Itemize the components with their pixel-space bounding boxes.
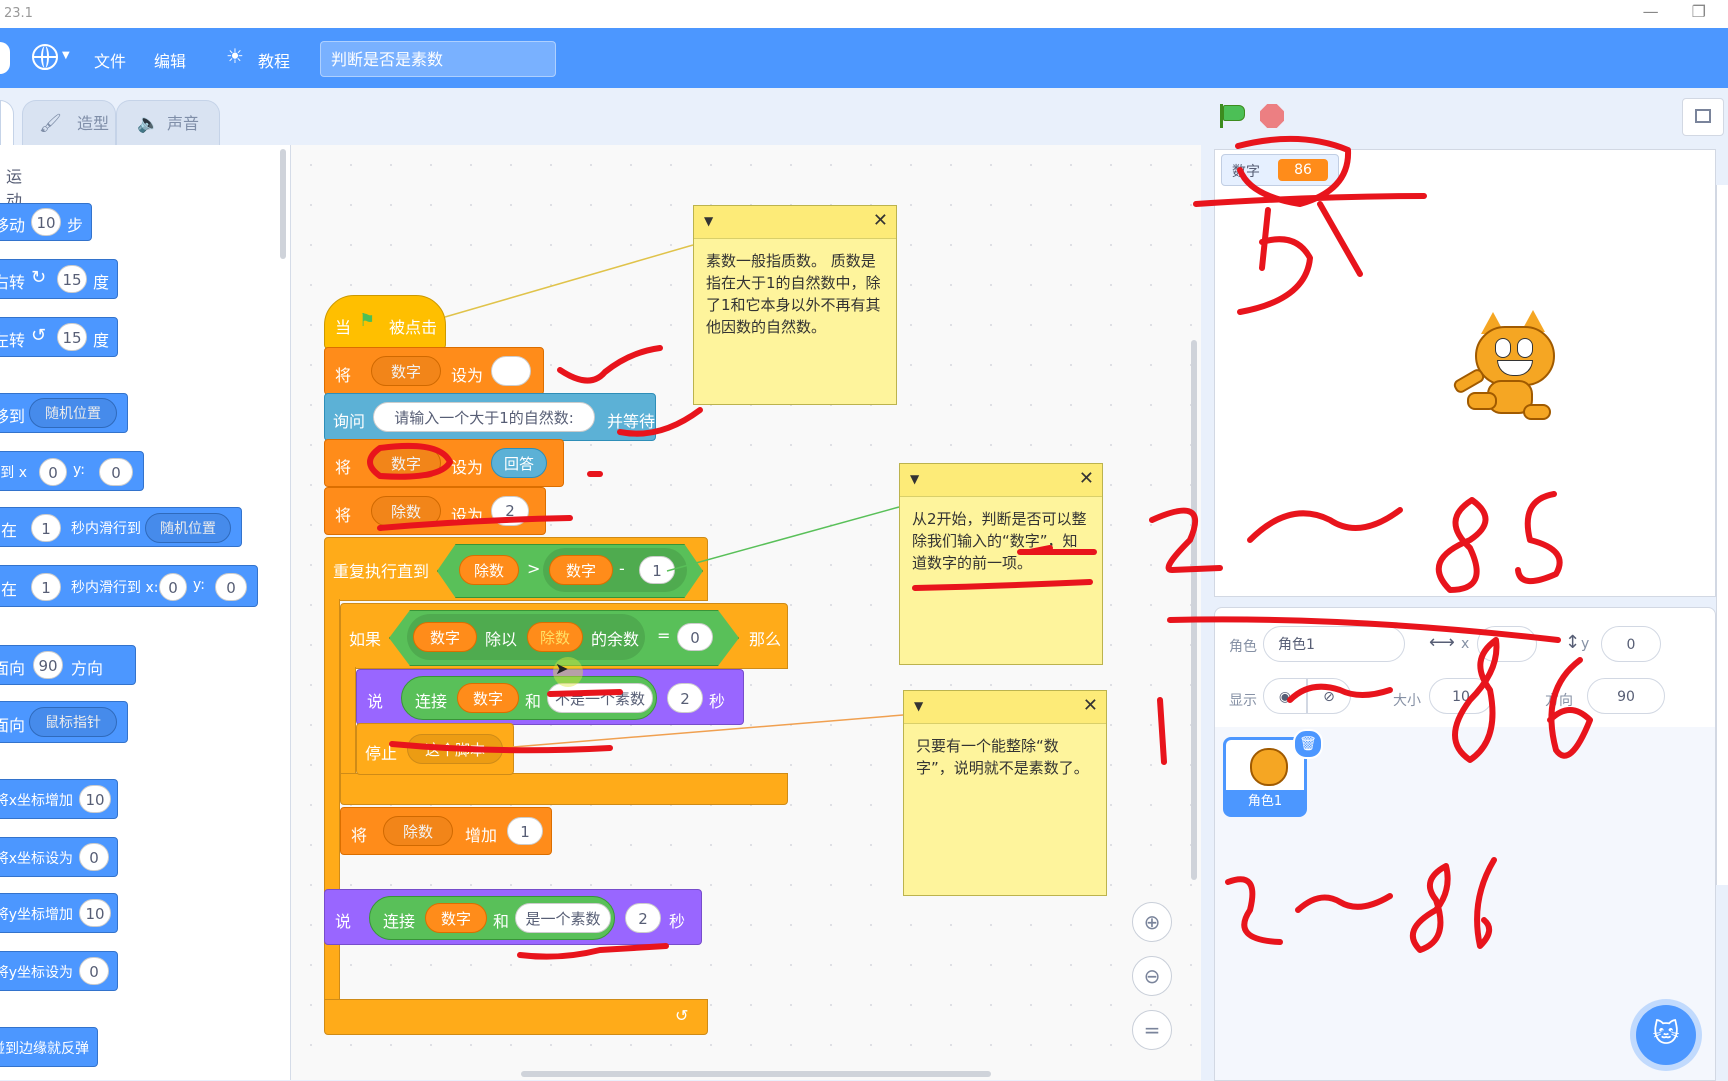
handwritten-annotations bbox=[367, 135, 1593, 960]
